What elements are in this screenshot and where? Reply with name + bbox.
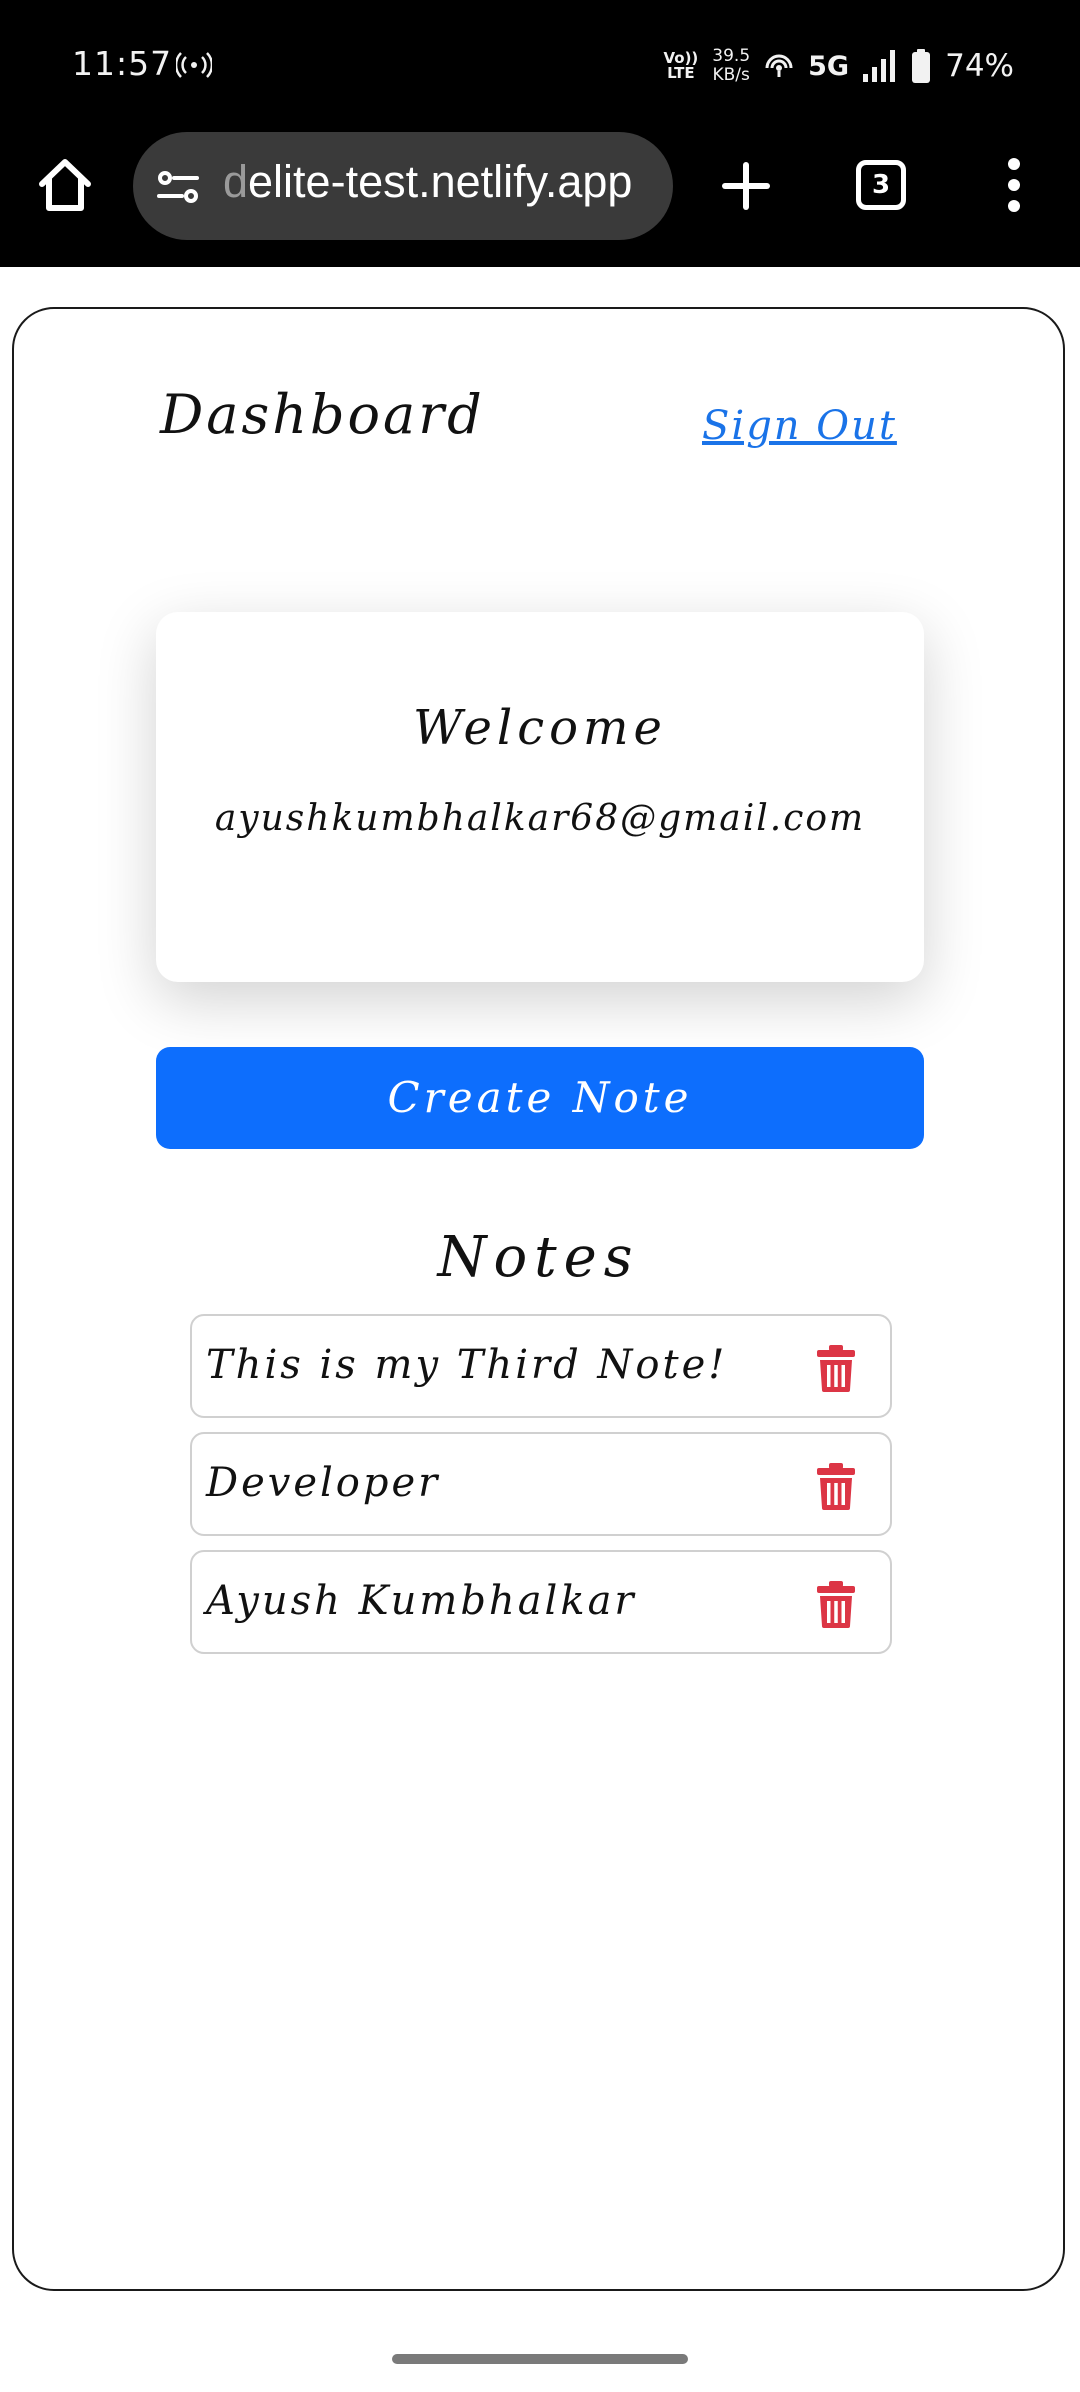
signal-icon: [863, 50, 896, 82]
create-note-button[interactable]: Create Note: [156, 1047, 924, 1149]
status-icons: Vo)) LTE 39.5 KB/s 5G 74%: [663, 36, 1014, 96]
page-title: Dashboard: [160, 383, 485, 446]
network-speed: 39.5 KB/s: [712, 47, 750, 85]
trash-icon[interactable]: [816, 1344, 856, 1392]
battery-icon: [912, 49, 931, 83]
url-rest: elite-test.netlify.app: [248, 156, 633, 207]
hotspot-icon: [176, 52, 212, 78]
menu-dots-icon[interactable]: [1002, 156, 1026, 214]
trash-icon[interactable]: [816, 1462, 856, 1510]
note-text: Ayush Kumbhalkar: [206, 1578, 637, 1624]
notes-heading: Notes: [437, 1225, 640, 1290]
note-item[interactable]: Ayush Kumbhalkar: [190, 1550, 892, 1654]
dashboard-container: Dashboard Sign Out Welcome ayushkumbhalk…: [12, 307, 1065, 2291]
lte-label: LTE: [667, 64, 695, 82]
note-text: This is my Third Note!: [206, 1342, 728, 1388]
address-bar[interactable]: delite-test.netlify.app: [133, 132, 673, 240]
network-type: 5G: [808, 50, 850, 82]
gesture-nav-handle[interactable]: [392, 2354, 688, 2364]
notes-list: This is my Third Note! Developer Ayush K…: [190, 1314, 892, 1668]
home-icon[interactable]: [36, 156, 94, 214]
plus-icon[interactable]: [722, 162, 770, 210]
user-email: ayushkumbhalkar68@gmail.com: [214, 798, 866, 839]
url-text[interactable]: delite-test.netlify.app: [223, 156, 663, 208]
note-item[interactable]: Developer: [190, 1432, 892, 1536]
sign-out-link[interactable]: Sign Out: [702, 403, 897, 449]
note-item[interactable]: This is my Third Note!: [190, 1314, 892, 1418]
tab-switcher-button[interactable]: 3: [856, 160, 906, 210]
wifi-calling-icon: [765, 54, 793, 77]
status-bar: 11:57 Vo)) LTE 39.5 KB/s 5G 74%: [0, 0, 1080, 130]
url-prefix: d: [223, 156, 249, 207]
site-settings-icon[interactable]: [157, 169, 199, 205]
battery-percent: 74%: [945, 48, 1014, 84]
speed-unit: KB/s: [712, 65, 750, 85]
speed-value: 39.5: [712, 46, 751, 66]
welcome-card: Welcome ayushkumbhalkar68@gmail.com: [156, 612, 924, 982]
welcome-heading: Welcome: [413, 700, 667, 756]
volte-indicator: Vo)) LTE: [663, 51, 698, 81]
trash-icon[interactable]: [816, 1580, 856, 1628]
status-time: 11:57: [72, 44, 173, 83]
note-text: Developer: [206, 1460, 441, 1506]
browser-toolbar: delite-test.netlify.app 3: [0, 130, 1080, 267]
